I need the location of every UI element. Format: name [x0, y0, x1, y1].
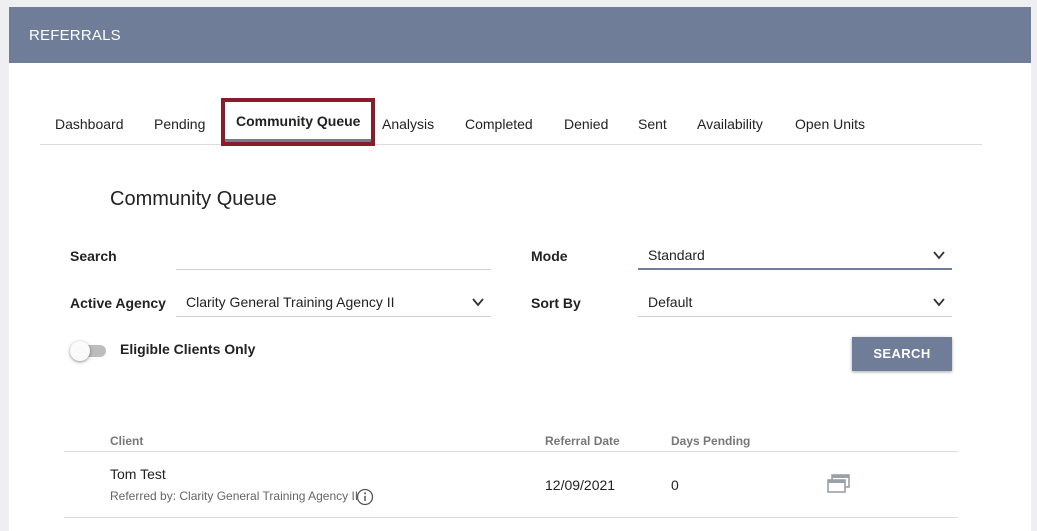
tab-denied[interactable]: Denied [564, 100, 608, 147]
client-name[interactable]: Tom Test [110, 466, 166, 482]
eligible-clients-label: Eligible Clients Only [120, 341, 256, 357]
chevron-down-icon [933, 251, 945, 260]
mode-value: Standard [648, 247, 705, 263]
tab-analysis[interactable]: Analysis [382, 100, 434, 147]
search-label: Search [70, 248, 117, 264]
search-field[interactable] [176, 244, 491, 270]
active-tab-indicator [225, 139, 372, 142]
referred-by: Referred by: Clarity General Training Ag… [110, 489, 359, 503]
toggle-knob [70, 341, 90, 361]
mode-select[interactable]: Standard [638, 244, 952, 270]
search-input[interactable] [186, 247, 491, 263]
column-header-client[interactable]: Client [110, 434, 143, 448]
sort-by-value: Default [648, 294, 693, 310]
tab-pending[interactable]: Pending [154, 100, 205, 147]
table-row-divider [64, 517, 958, 518]
eligible-clients-toggle[interactable] [70, 340, 108, 361]
tab-community-queue-label: Community Queue [236, 113, 361, 129]
open-in-window-icon[interactable] [827, 473, 851, 495]
tab-bar: Dashboard Pending Community Queue Analys… [40, 98, 982, 147]
referral-date: 12/09/2021 [545, 477, 616, 493]
page-title: REFERRALS [29, 27, 121, 44]
search-button[interactable]: SEARCH [852, 337, 952, 371]
active-agency-select[interactable]: Clarity General Training Agency II [176, 291, 491, 317]
info-icon[interactable] [356, 488, 374, 506]
tab-sent[interactable]: Sent [638, 100, 667, 147]
tab-open-units[interactable]: Open Units [795, 100, 865, 147]
tab-dashboard[interactable]: Dashboard [55, 100, 124, 147]
page-header: REFERRALS [9, 7, 1031, 63]
tab-community-queue[interactable]: Community Queue [221, 98, 376, 146]
active-agency-label: Active Agency [70, 295, 166, 311]
tab-availability[interactable]: Availability [697, 100, 763, 147]
days-pending: 0 [671, 477, 679, 493]
active-agency-value: Clarity General Training Agency II [186, 294, 395, 310]
sort-by-select[interactable]: Default [638, 291, 952, 317]
section-title: Community Queue [110, 188, 277, 210]
column-header-referral-date[interactable]: Referral Date [545, 434, 620, 448]
chevron-down-icon [472, 298, 484, 307]
column-header-days-pending[interactable]: Days Pending [671, 434, 750, 448]
tab-completed[interactable]: Completed [465, 100, 533, 147]
chevron-down-icon [933, 298, 945, 307]
table-header-divider [64, 451, 958, 452]
mode-label: Mode [531, 248, 568, 264]
sort-by-label: Sort By [531, 295, 581, 311]
